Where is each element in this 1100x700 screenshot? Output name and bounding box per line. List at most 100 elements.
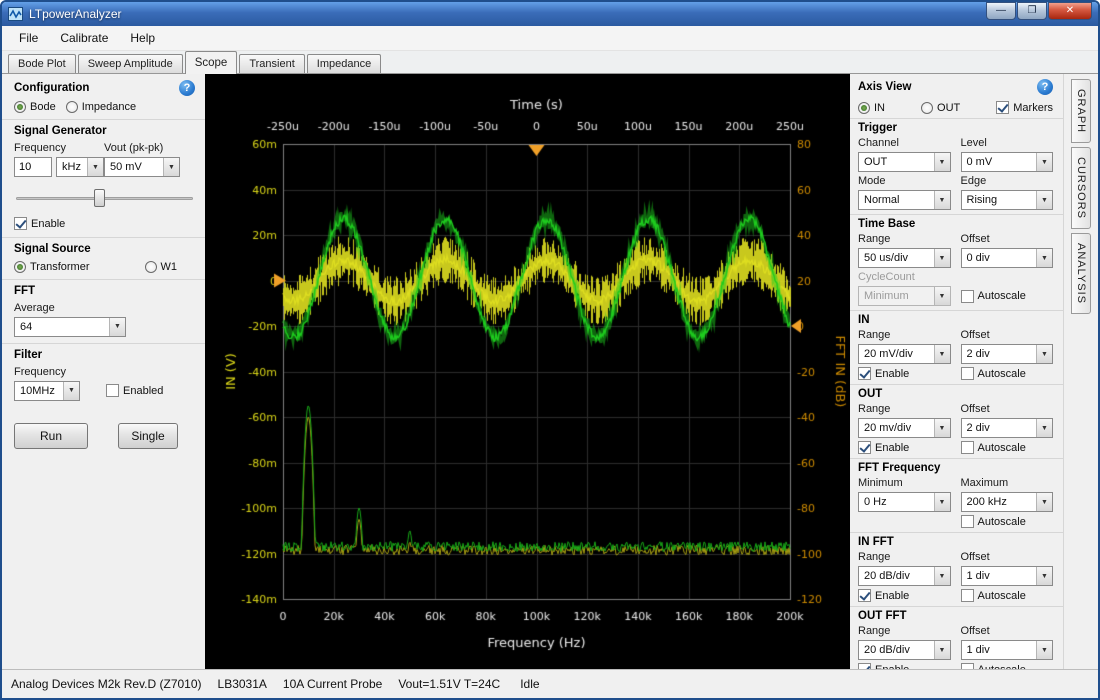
chevron-down-icon: ▼ — [1036, 345, 1052, 363]
trigger-level-select[interactable]: 0 mV▼ — [961, 152, 1054, 172]
help-icon[interactable]: ? — [179, 80, 195, 96]
left-panel: Configuration ? Bode Impedance Signal Ge… — [2, 74, 205, 669]
out-fft-section: OUT FFT Range Offset 20 dB/div▼ 1 div▼ E… — [858, 610, 1053, 669]
frequency-unit-select[interactable]: kHz▼ — [56, 157, 104, 177]
filter-frequency-select[interactable]: 10MHz▼ — [14, 381, 80, 401]
trigger-section: Trigger Channel Level OUT▼ 0 mV▼ Mode Ed… — [858, 122, 1053, 210]
fft-title: FFT — [14, 285, 195, 297]
cyclecount-select: Minimum▼ — [858, 286, 951, 306]
divider — [2, 343, 205, 344]
out-fft-range-select[interactable]: 20 dB/div▼ — [858, 640, 951, 660]
frequency-label: Frequency — [14, 142, 104, 154]
scope-canvas[interactable] — [205, 74, 850, 669]
timebase-offset-select[interactable]: 0 div▼ — [961, 248, 1054, 268]
signal-generator-section: Signal Generator Frequency Vout (pk-pk) … — [14, 125, 195, 231]
tab-transient[interactable]: Transient — [239, 54, 304, 73]
fft-frequency-autoscale-checkbox[interactable]: Autoscale — [961, 515, 1054, 528]
side-tab-graph[interactable]: GRAPH — [1071, 79, 1091, 143]
w1-radio[interactable]: W1 — [145, 261, 178, 273]
slider-thumb[interactable] — [94, 189, 105, 207]
out-title: OUT — [858, 388, 1053, 400]
out-enable-checkbox[interactable]: Enable — [858, 441, 951, 454]
side-tab-analysis[interactable]: ANALYSIS — [1071, 233, 1091, 314]
signal-source-section: Signal Source Transformer W1 — [14, 243, 195, 273]
divider — [850, 384, 1063, 385]
in-autoscale-checkbox[interactable]: Autoscale — [961, 367, 1054, 380]
vout-select[interactable]: 50 mV▼ — [104, 157, 180, 177]
chevron-down-icon: ▼ — [934, 153, 950, 171]
out-offset-select[interactable]: 2 div▼ — [961, 418, 1054, 438]
chevron-down-icon: ▼ — [934, 567, 950, 585]
fft-section: FFT Average 64▼ — [14, 285, 195, 337]
axis-in-radio[interactable]: IN — [858, 102, 885, 114]
tab-impedance[interactable]: Impedance — [307, 54, 381, 73]
out-autoscale-checkbox[interactable]: Autoscale — [961, 441, 1054, 454]
configuration-title: Configuration — [14, 82, 89, 94]
run-button[interactable]: Run — [14, 423, 88, 449]
filter-enabled-checkbox[interactable]: Enabled — [106, 384, 163, 397]
divider — [850, 458, 1063, 459]
minimize-button[interactable]: — — [986, 2, 1016, 20]
axis-out-radio[interactable]: OUT — [921, 102, 960, 114]
in-fft-autoscale-checkbox[interactable]: Autoscale — [961, 589, 1054, 602]
divider — [850, 606, 1063, 607]
configuration-section: Configuration ? Bode Impedance — [14, 80, 195, 113]
divider — [2, 119, 205, 120]
out-range-select[interactable]: 20 mv/div▼ — [858, 418, 951, 438]
close-button[interactable]: ✕ — [1048, 2, 1092, 20]
frequency-input[interactable] — [14, 157, 52, 177]
generator-enable-checkbox[interactable]: Enable — [14, 217, 65, 230]
timebase-range-select[interactable]: 50 us/div▼ — [858, 248, 951, 268]
impedance-radio[interactable]: Impedance — [66, 101, 136, 113]
help-icon[interactable]: ? — [1037, 79, 1053, 95]
in-title: IN — [858, 314, 1053, 326]
in-fft-enable-checkbox[interactable]: Enable — [858, 589, 951, 602]
chevron-down-icon: ▼ — [1036, 249, 1052, 267]
timebase-autoscale-checkbox[interactable]: Autoscale — [961, 290, 1054, 303]
fft-minimum-select[interactable]: 0 Hz▼ — [858, 492, 951, 512]
in-range-select[interactable]: 20 mV/div▼ — [858, 344, 951, 364]
chevron-down-icon: ▼ — [109, 318, 125, 336]
tab-scope[interactable]: Scope — [185, 51, 238, 74]
fft-frequency-title: FFT Frequency — [858, 462, 1053, 474]
window-controls: — ❐ ✕ — [986, 2, 1092, 20]
in-enable-checkbox[interactable]: Enable — [858, 367, 951, 380]
chevron-down-icon: ▼ — [63, 382, 79, 400]
in-fft-range-select[interactable]: 20 dB/div▼ — [858, 566, 951, 586]
in-fft-offset-select[interactable]: 1 div▼ — [961, 566, 1054, 586]
in-offset-select[interactable]: 2 div▼ — [961, 344, 1054, 364]
chevron-down-icon: ▼ — [934, 493, 950, 511]
trigger-edge-select[interactable]: Rising▼ — [961, 190, 1054, 210]
trigger-mode-select[interactable]: Normal▼ — [858, 190, 951, 210]
chevron-down-icon: ▼ — [1036, 153, 1052, 171]
trigger-channel-select[interactable]: OUT▼ — [858, 152, 951, 172]
trigger-title: Trigger — [858, 122, 1053, 134]
markers-checkbox[interactable]: Markers — [996, 101, 1053, 114]
divider — [2, 237, 205, 238]
maximize-button[interactable]: ❐ — [1017, 2, 1047, 20]
bode-radio[interactable]: Bode — [14, 101, 56, 113]
signal-generator-title: Signal Generator — [14, 125, 195, 137]
menu-calibrate[interactable]: Calibrate — [49, 28, 119, 48]
chevron-down-icon: ▼ — [163, 158, 179, 176]
transformer-radio[interactable]: Transformer — [14, 261, 90, 273]
menu-file[interactable]: File — [8, 28, 49, 48]
scope-plot[interactable] — [205, 74, 850, 669]
tab-bode-plot[interactable]: Bode Plot — [8, 54, 76, 73]
divider — [850, 310, 1063, 311]
average-select[interactable]: 64▼ — [14, 317, 126, 337]
amplitude-slider[interactable] — [16, 188, 193, 208]
out-fft-offset-select[interactable]: 1 div▼ — [961, 640, 1054, 660]
chevron-down-icon: ▼ — [1036, 567, 1052, 585]
app-window: LTpowerAnalyzer — ❐ ✕ File Calibrate Hel… — [0, 0, 1100, 700]
fft-maximum-select[interactable]: 200 kHz▼ — [961, 492, 1054, 512]
menu-help[interactable]: Help — [119, 28, 166, 48]
chevron-down-icon: ▼ — [87, 158, 103, 176]
single-button[interactable]: Single — [118, 423, 178, 449]
status-board: LB3031A — [218, 677, 267, 691]
right-panel: Axis View ? IN OUT Markers Trigger Chann… — [850, 74, 1063, 669]
titlebar[interactable]: LTpowerAnalyzer — ❐ ✕ — [2, 2, 1098, 26]
tab-sweep-amplitude[interactable]: Sweep Amplitude — [78, 54, 183, 73]
side-tab-cursors[interactable]: CURSORS — [1071, 147, 1091, 229]
filter-section: Filter Frequency 10MHz▼ Enabled — [14, 349, 195, 401]
